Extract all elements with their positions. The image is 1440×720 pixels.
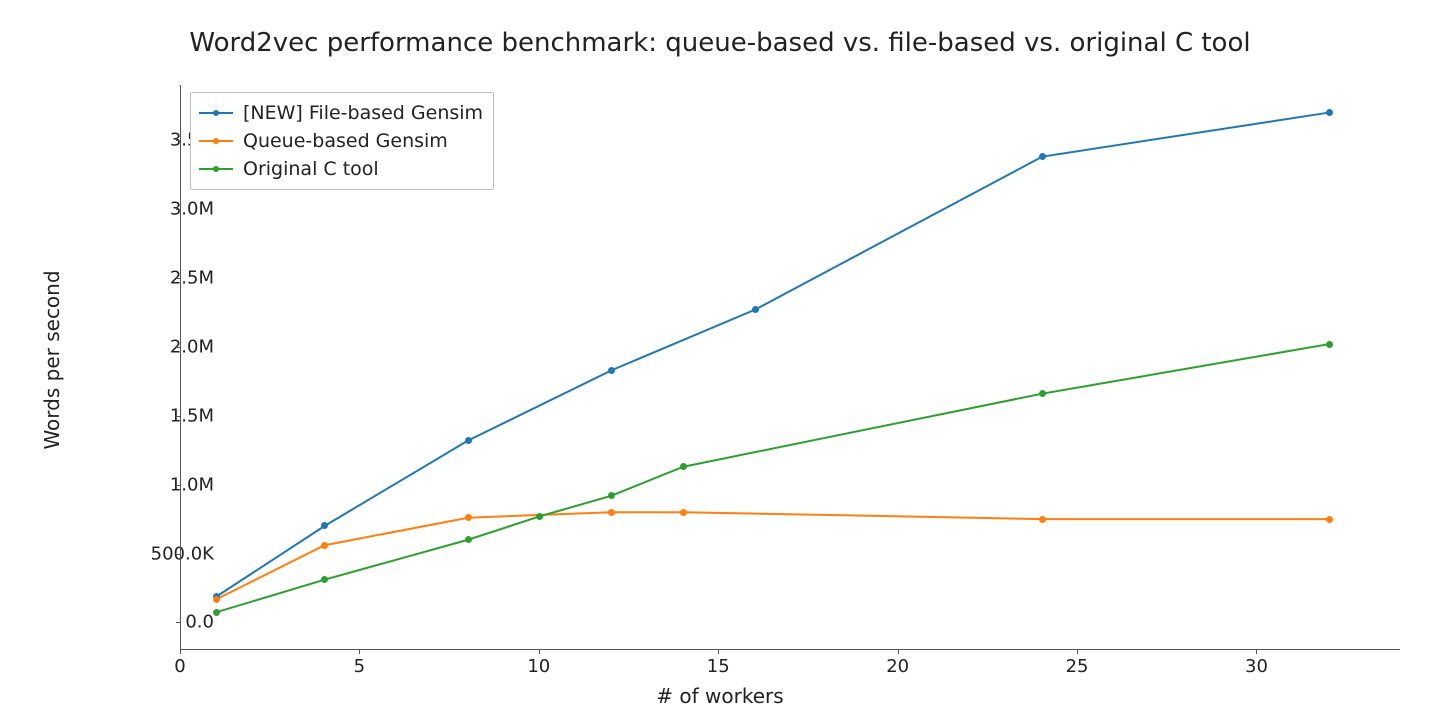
legend-entry: Queue-based Gensim [199,127,483,155]
legend-label: Original C tool [243,158,379,180]
chart-stage: Word2vec performance benchmark: queue-ba… [0,0,1440,720]
series-line [217,344,1329,612]
legend-box: [NEW] File-based Gensim Queue-based Gensi… [190,92,494,190]
chart-title: Word2vec performance benchmark: queue-ba… [0,28,1440,58]
series-point [608,509,615,516]
legend-swatch [199,162,233,176]
series-point [465,536,472,543]
series-point [321,542,328,549]
series-point [213,596,220,603]
legend-label: [NEW] File-based Gensim [243,102,483,124]
x-tick-mark [1256,650,1257,654]
legend-label: Queue-based Gensim [243,130,448,152]
series-point [608,367,615,374]
series-line [217,512,1329,599]
x-tick-label: 20 [878,656,918,677]
x-tick-label: 5 [339,656,379,677]
x-tick-mark [359,650,360,654]
series-point [1326,516,1333,523]
x-tick-label: 10 [519,656,559,677]
legend-swatch [199,106,233,120]
series-point [213,609,220,616]
x-tick-mark [1077,650,1078,654]
x-tick-label: 0 [160,656,200,677]
series-point [752,306,759,313]
series-point [1039,153,1046,160]
x-tick-mark [898,650,899,654]
series-point [465,514,472,521]
x-tick-label: 30 [1236,656,1276,677]
series-point [680,509,687,516]
series-point [1039,516,1046,523]
legend-swatch [199,134,233,148]
series-point [1039,390,1046,397]
series-point [465,437,472,444]
x-tick-mark [180,650,181,654]
y-axis-label: Words per second [40,270,64,449]
x-tick-label: 25 [1057,656,1097,677]
x-tick-label: 15 [698,656,738,677]
series-point [1326,341,1333,348]
series-point [1326,109,1333,116]
legend-entry: [NEW] File-based Gensim [199,99,483,127]
x-axis-label: # of workers [0,684,1440,708]
x-tick-mark [539,650,540,654]
legend-entry: Original C tool [199,155,483,183]
x-tick-mark [718,650,719,654]
